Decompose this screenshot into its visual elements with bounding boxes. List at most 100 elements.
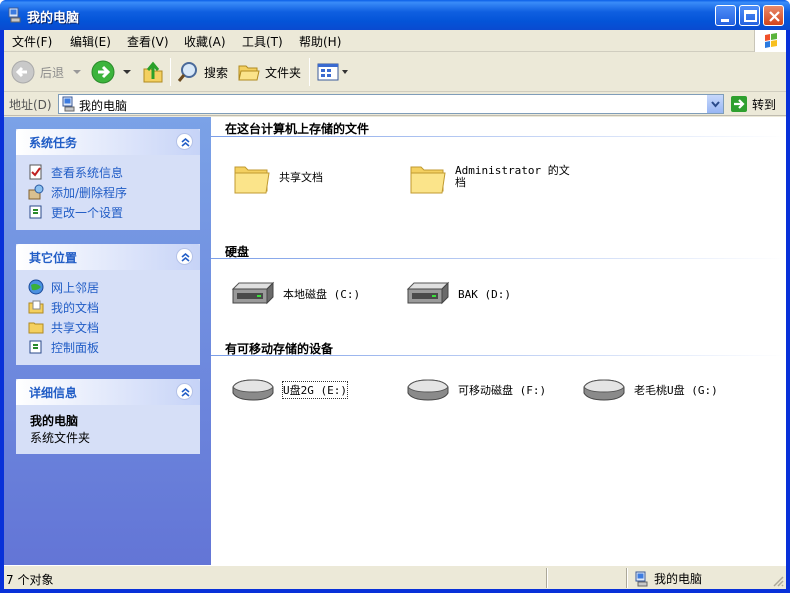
menu-bar: 文件(F) 编辑(E) 查看(V) 收藏(A) 工具(T) 帮助(H) [4, 30, 786, 52]
group-title-files: 在这台计算机上存储的文件 [225, 122, 370, 136]
group-divider [211, 258, 786, 259]
item-drive-f[interactable]: 可移动磁盘 (F:) [404, 377, 546, 403]
forward-button[interactable] [90, 58, 134, 86]
item-label-line: Administrator 的文 [455, 164, 570, 177]
collapse-button[interactable] [176, 248, 193, 265]
content-area: 在这台计算机上存储的文件 共享文档 Administrator 的文档 硬盘 本… [211, 117, 786, 565]
task-add-remove-programs[interactable]: 添加/删除程序 [28, 182, 200, 202]
menu-favorites[interactable]: 收藏(A) [184, 33, 226, 50]
back-label: 后退 [40, 65, 65, 80]
panel-header[interactable]: 其它位置 [16, 244, 200, 270]
item-drive-g[interactable]: 老毛桃U盘 (G:) [580, 377, 718, 403]
maximize-button[interactable] [739, 5, 760, 26]
go-arrow-icon [731, 96, 747, 112]
group-divider [211, 355, 786, 356]
folders-button[interactable]: 文件夹 [237, 58, 301, 86]
item-label: 共享文档 [279, 171, 323, 184]
search-icon [177, 62, 197, 82]
item-shared-documents[interactable]: 共享文档 [231, 157, 323, 197]
status-location-label: 我的电脑 [654, 572, 703, 586]
detail-type: 系统文件夹 [30, 431, 91, 445]
menu-view[interactable]: 查看(V) [127, 33, 169, 50]
toolbar-separator [309, 58, 310, 86]
details-panel: 详细信息 我的电脑 系统文件夹 [16, 379, 200, 454]
chevron-up-icon [181, 252, 190, 262]
panel-title: 详细信息 [29, 386, 78, 400]
folder-icon [234, 166, 270, 194]
back-button[interactable]: 后退 [10, 58, 84, 86]
chevron-up-icon [181, 387, 190, 397]
task-label: 添加/删除程序 [51, 185, 128, 200]
title-bar[interactable]: 我的电脑 [0, 0, 790, 30]
control-panel-icon [29, 205, 42, 219]
search-label: 搜索 [204, 65, 229, 80]
task-label: 查看系统信息 [51, 165, 124, 180]
group-divider [211, 136, 786, 137]
views-icon [317, 63, 339, 81]
menu-help[interactable]: 帮助(H) [299, 33, 341, 50]
address-dropdown-button[interactable] [706, 95, 723, 113]
place-label: 我的文档 [51, 300, 100, 315]
minimize-button[interactable] [715, 5, 736, 26]
my-documents-icon [28, 300, 44, 314]
window-body: 文件(F) 编辑(E) 查看(V) 收藏(A) 工具(T) 帮助(H) 后退 搜… [4, 30, 786, 589]
removable-drive-icon [232, 379, 274, 401]
go-button[interactable]: 转到 [730, 94, 784, 114]
resize-grip-icon[interactable] [772, 575, 784, 587]
item-drive-c[interactable]: 本地磁盘 (C:) [229, 279, 360, 309]
status-divider [546, 568, 548, 588]
menu-edit[interactable]: 编辑(E) [70, 33, 111, 50]
control-panel-icon [29, 340, 42, 354]
address-input[interactable]: 我的电脑 [58, 94, 724, 114]
status-location: 我的电脑 [634, 570, 702, 587]
go-label: 转到 [752, 97, 777, 112]
chevron-down-icon [711, 101, 720, 108]
removable-drive-icon [407, 379, 449, 401]
collapse-button[interactable] [176, 383, 193, 400]
windows-flag-icon [765, 33, 777, 48]
search-button[interactable]: 搜索 [176, 58, 228, 86]
other-places-panel: 其它位置 网上邻居 我的文档 共享文档 控制面板 [16, 244, 200, 365]
address-label: 地址(D) [9, 98, 52, 112]
item-admin-documents[interactable]: Administrator 的文档 [407, 157, 570, 197]
item-drive-e[interactable]: U盘2G (E:) [229, 377, 348, 403]
place-my-documents[interactable]: 我的文档 [28, 297, 200, 317]
back-arrow-icon [11, 60, 35, 84]
detail-name: 我的电脑 [30, 414, 79, 428]
place-network[interactable]: 网上邻居 [28, 277, 200, 297]
removable-drive-icon [583, 379, 625, 401]
task-view-system-info[interactable]: 查看系统信息 [28, 162, 200, 182]
item-label-line: 档 [455, 176, 466, 189]
window-title: 我的电脑 [27, 11, 80, 26]
place-label: 控制面板 [51, 340, 100, 355]
status-divider [626, 568, 628, 588]
panel-title: 其它位置 [29, 251, 78, 265]
item-label: 老毛桃U盘 (G:) [634, 384, 718, 397]
shared-folder-icon [28, 322, 44, 334]
item-label: U盘2G (E:) [282, 381, 348, 399]
task-label: 更改一个设置 [51, 205, 124, 220]
panel-header[interactable]: 详细信息 [16, 379, 200, 405]
collapse-button[interactable] [176, 133, 193, 150]
status-object-count: 7 个对象 [6, 573, 54, 587]
place-control-panel[interactable]: 控制面板 [28, 337, 200, 357]
place-label: 网上邻居 [51, 280, 100, 295]
chevron-down-icon [342, 70, 348, 74]
panel-header[interactable]: 系统任务 [16, 129, 200, 155]
chevron-up-icon [181, 137, 190, 147]
close-button[interactable] [763, 5, 784, 26]
task-change-setting[interactable]: 更改一个设置 [28, 202, 200, 222]
menu-tools[interactable]: 工具(T) [242, 33, 283, 50]
minimize-icon [721, 19, 729, 22]
my-computer-icon [635, 571, 648, 586]
explorer-window: 我的电脑 文件(F) 编辑(E) 查看(V) 收藏(A) 工具(T) 帮助(H) [0, 0, 790, 593]
toolbar-separator [170, 58, 171, 86]
hard-drive-icon [231, 281, 275, 305]
menu-file[interactable]: 文件(F) [12, 33, 52, 50]
my-computer-icon [8, 7, 21, 23]
up-folder-button[interactable] [141, 58, 165, 86]
place-shared-documents[interactable]: 共享文档 [28, 317, 200, 337]
views-button[interactable] [316, 58, 350, 86]
maximize-icon [744, 10, 757, 22]
item-drive-d[interactable]: BAK (D:) [404, 279, 511, 309]
